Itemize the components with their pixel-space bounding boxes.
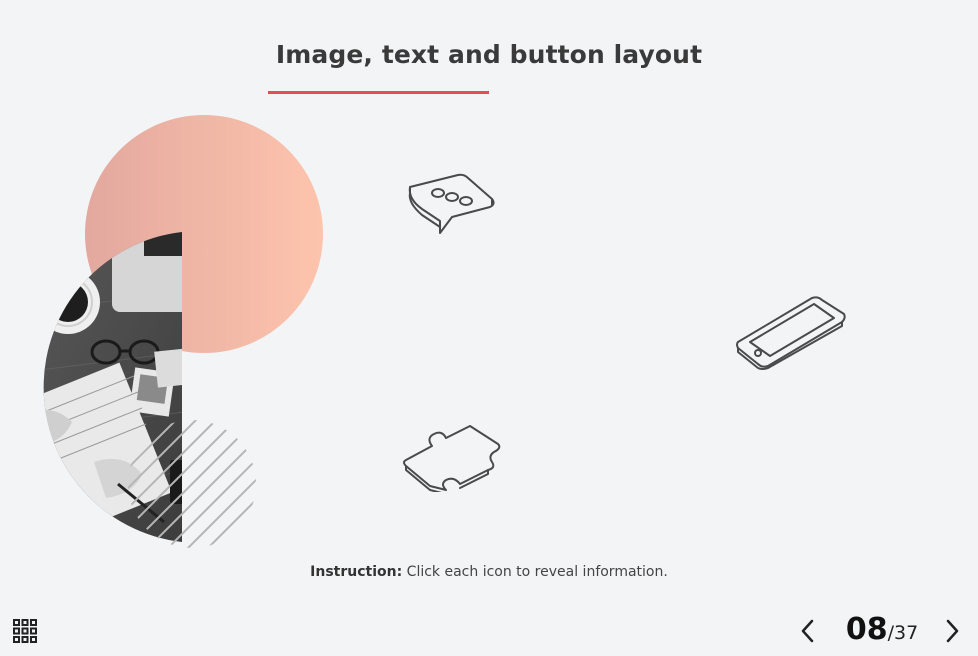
puzzle-piece-icon <box>403 425 501 492</box>
instruction-label: Instruction: <box>310 564 403 580</box>
desk-photo <box>43 232 182 542</box>
puzzle-piece-hotspot[interactable] <box>398 422 508 494</box>
page-counter: 08/37 <box>832 612 932 652</box>
current-page-number: 08 <box>845 612 888 647</box>
grid-menu-button[interactable] <box>12 618 38 644</box>
slide-stage: Image, text and button layout Instructio… <box>0 0 978 656</box>
smartphone-icon <box>736 296 846 370</box>
chevron-right-icon <box>946 619 959 643</box>
grid-menu-icon <box>13 619 37 643</box>
next-page-button[interactable] <box>940 616 964 646</box>
hero-image-collage <box>43 115 323 548</box>
speech-bubble-hotspot[interactable] <box>398 168 502 242</box>
instruction-text: Instruction: Click each icon to reveal i… <box>0 564 978 580</box>
chevron-left-icon <box>801 619 814 643</box>
smartphone-hotspot[interactable] <box>730 290 852 372</box>
title-underline <box>268 91 489 94</box>
total-pages: /37 <box>887 622 919 644</box>
instruction-body: Click each icon to reveal information. <box>402 564 668 580</box>
speech-bubble-icon <box>408 173 495 234</box>
previous-page-button[interactable] <box>796 616 820 646</box>
slide-title: Image, text and button layout <box>275 40 703 69</box>
